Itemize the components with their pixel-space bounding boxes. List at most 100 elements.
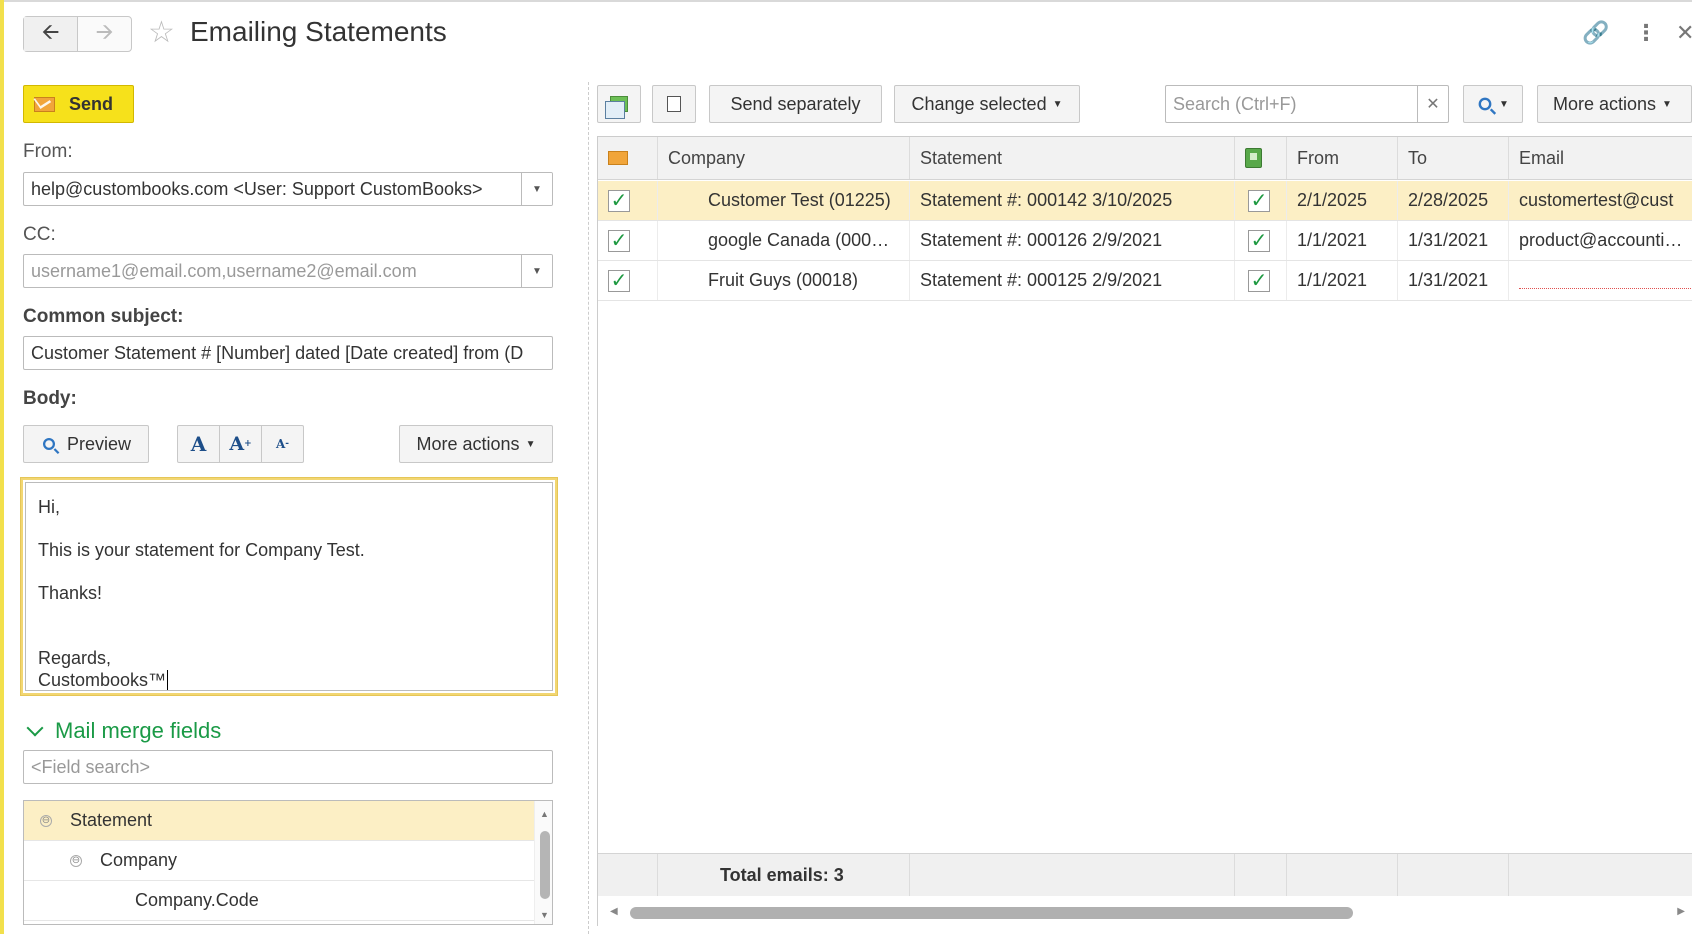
change-selected-button[interactable]: Change selected ▼ [894,85,1080,123]
send-column-header[interactable] [598,137,658,179]
cell-to: 2/28/2025 [1398,181,1509,220]
row-attach-checkbox[interactable]: ✓ [1235,221,1287,260]
from-dropdown-icon[interactable]: ▼ [521,173,552,205]
caret-down-icon: ▼ [1662,98,1672,110]
row-send-checkbox[interactable]: ✓ [598,221,658,260]
table-footer: Total emails: 3 [598,853,1692,896]
cell-statement: Statement #: 000142 3/10/2025 [910,181,1235,220]
row-send-checkbox[interactable]: ✓ [598,181,658,220]
kebab-menu-icon[interactable]: ⋮ [1635,20,1657,46]
column-header-email[interactable]: Email [1509,137,1692,179]
send-separately-button[interactable]: Send separately [709,85,882,123]
cc-dropdown-icon[interactable]: ▼ [521,255,552,287]
scroll-right-icon[interactable]: ▶ [1677,906,1685,917]
scroll-thumb[interactable] [540,831,550,899]
tree-item-label: Company.Code [135,890,259,910]
from-field[interactable]: help@custombooks.com <User: Support Cust… [23,172,553,206]
scroll-thumb[interactable] [630,907,1353,919]
footer-cell [1287,854,1398,896]
column-header-from[interactable]: From [1287,137,1398,179]
caret-down-icon: ▼ [1052,98,1063,110]
field-search-placeholder: <Field search> [31,756,151,777]
uncheck-all-icon [667,91,688,112]
attachment-column-header[interactable] [1235,137,1287,179]
search-placeholder: Search (Ctrl+F) [1173,93,1297,114]
body-editor[interactable]: Hi, This is your statement for Company T… [20,477,558,696]
cell-from: 2/1/2025 [1287,181,1398,220]
body-line: Hi, [38,497,60,517]
tree-item[interactable]: Company.Code [24,881,534,921]
table-row[interactable]: ✓ Fruit Guys (00018) Statement #: 000125… [598,261,1692,301]
uncheck-all-button[interactable] [652,85,696,123]
favorite-star-icon[interactable]: ☆ [148,18,175,48]
back-arrow-icon[interactable]: 🡨 [24,17,77,51]
total-emails: Total emails: 3 [658,854,910,896]
window-left-accent [0,0,4,934]
cell-to: 1/31/2021 [1398,221,1509,260]
table-horizontal-scrollbar[interactable]: ◀ ▶ [598,897,1692,926]
row-send-checkbox[interactable]: ✓ [598,261,658,300]
font-bold-icon[interactable]: A [178,426,219,462]
cc-label: CC: [23,224,56,245]
body-line: Thanks! [38,583,103,603]
row-attach-checkbox[interactable]: ✓ [1235,261,1287,300]
font-size-group: A A + A- [177,425,304,463]
cell-statement: Statement #: 000125 2/9/2021 [910,261,1235,300]
column-header-statement[interactable]: Statement [910,137,1235,179]
merge-fields-tree: ⊖ Statement ⊖ Company Company.Code ▲ ▼ [23,800,553,925]
tree-item[interactable]: ⊖ Company [24,841,534,881]
scroll-down-icon[interactable]: ▼ [540,910,549,920]
column-header-company[interactable]: Company [658,137,910,179]
forward-arrow-icon[interactable]: 🡪 [77,17,131,51]
panel-splitter[interactable] [588,82,589,934]
subject-label: Common subject: [23,306,184,327]
cell-to: 1/31/2021 [1398,261,1509,300]
tree-item-label: Statement [70,810,153,830]
envelope-icon [34,96,55,112]
collapse-icon[interactable]: ⊖ [70,854,82,867]
preview-button[interactable]: Preview [23,425,149,463]
tree-item[interactable]: ⊖ Statement [24,801,534,841]
cell-company: Fruit Guys (00018) [658,261,910,300]
search-input[interactable]: Search (Ctrl+F) ✕ [1165,85,1449,123]
grid-more-actions-label: More actions [1553,93,1657,114]
mail-merge-toggle[interactable]: Mail merge fields [23,718,221,744]
body-line: Regards, [38,648,112,668]
link-icon[interactable]: 🔗 [1582,20,1609,46]
cc-field[interactable]: username1@email.com,username2@email.com … [23,254,553,288]
body-more-actions-label: More actions [416,433,520,454]
close-icon[interactable]: ✕ [1676,20,1692,46]
field-search-input[interactable]: <Field search> [23,750,553,784]
tree-scrollbar[interactable]: ▲ ▼ [534,801,552,924]
checkmark-icon: ✓ [1248,229,1270,252]
search-options-button[interactable]: ▼ [1463,85,1523,123]
footer-cell [1509,854,1692,896]
checkmark-icon: ✓ [608,189,630,212]
send-button[interactable]: Send [23,85,134,123]
caret-down-icon: ▼ [525,438,536,450]
search-icon [1478,97,1492,111]
clear-search-icon[interactable]: ✕ [1417,86,1448,122]
collapse-icon[interactable]: ⊖ [40,814,52,827]
cell-company: Customer Test (01225) [658,181,910,220]
from-value: help@custombooks.com <User: Support Cust… [31,178,483,199]
tree-item-label: Company [100,850,178,870]
checkmark-icon: ✓ [608,229,630,252]
body-more-actions-button[interactable]: More actions ▼ [399,425,553,463]
table-row[interactable]: ✓ google Canada (000… Statement #: 00012… [598,221,1692,261]
check-all-button[interactable] [597,85,641,123]
subject-field[interactable]: Customer Statement # [Number] dated [Dat… [23,336,553,370]
grid-more-actions-button[interactable]: More actions ▼ [1537,85,1692,123]
cell-from: 1/1/2021 [1287,221,1398,260]
scroll-left-icon[interactable]: ◀ [610,906,618,917]
footer-cell [910,854,1235,896]
cell-email[interactable] [1509,261,1692,300]
subject-value: Customer Statement # [Number] dated [Dat… [31,342,524,363]
scroll-up-icon[interactable]: ▲ [540,809,549,819]
row-attach-checkbox[interactable]: ✓ [1235,181,1287,220]
change-selected-label: Change selected [911,93,1047,114]
column-header-to[interactable]: To [1398,137,1509,179]
increase-font-icon[interactable]: A + [219,426,261,462]
table-row[interactable]: ✓ Customer Test (01225) Statement #: 000… [598,181,1692,221]
decrease-font-icon[interactable]: A- [261,426,303,462]
